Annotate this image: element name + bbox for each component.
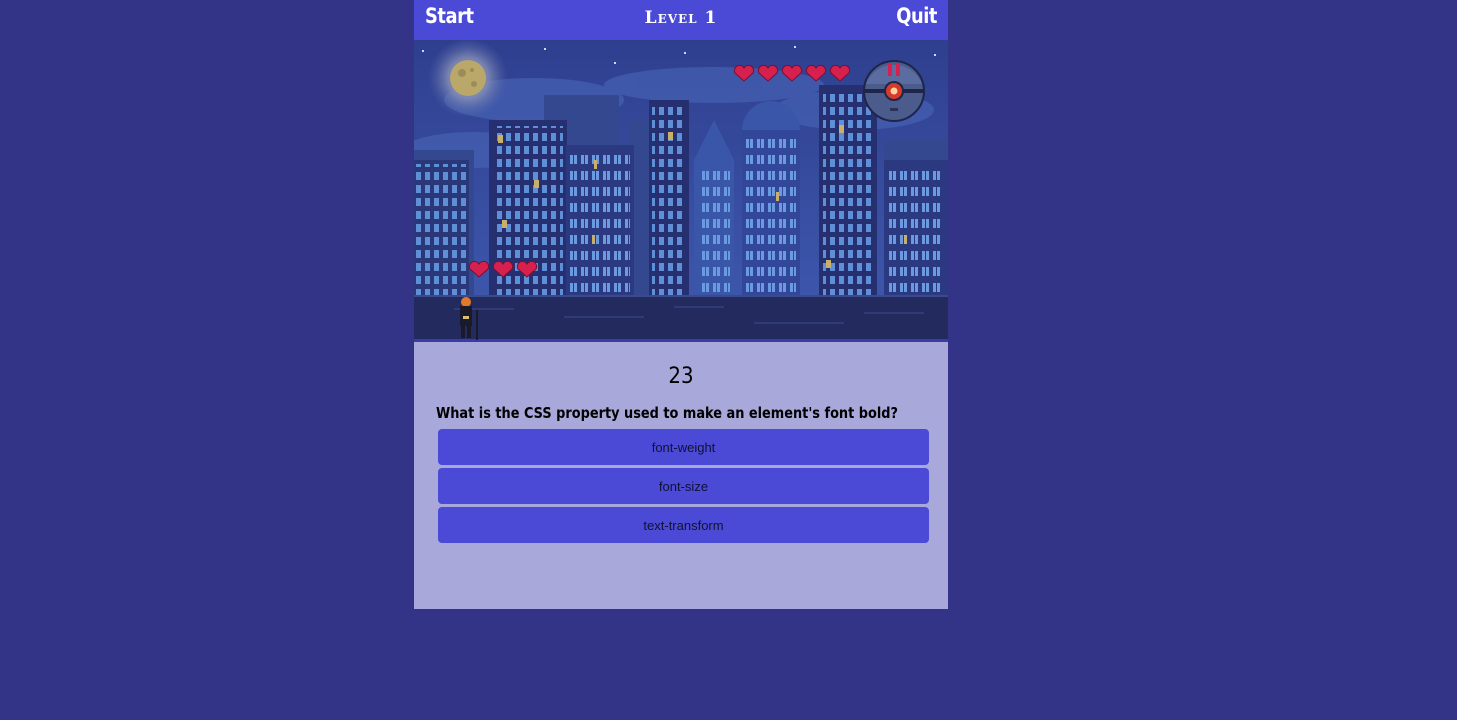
level-title: Level 1 [644, 8, 718, 28]
answer-button[interactable]: text-transform [438, 507, 929, 543]
game-scene [414, 40, 948, 342]
moon [428, 40, 508, 118]
top-bar: Start Level 1 Quit [414, 0, 948, 40]
answer-button[interactable]: font-size [438, 468, 929, 504]
countdown-timer: 23 [668, 364, 694, 389]
quit-button[interactable]: Quit [896, 4, 937, 28]
player-health-hearts [468, 260, 538, 278]
enemy-robot [863, 60, 925, 122]
game-container: Start Level 1 Quit 23 What is the CSS pr… [414, 0, 948, 609]
answer-button[interactable]: font-weight [438, 429, 929, 465]
street [414, 295, 948, 342]
question-text: What is the CSS property used to make an… [436, 404, 899, 422]
